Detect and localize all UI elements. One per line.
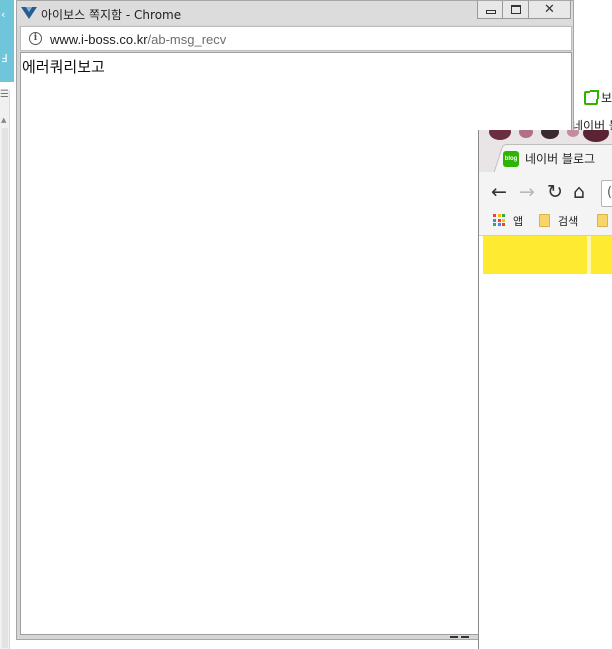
grip-bar bbox=[450, 636, 458, 638]
url-text[interactable]: www.i-boss.co.kr/ab-msg_recv bbox=[50, 32, 226, 47]
share-link[interactable]: 보 bbox=[584, 89, 612, 106]
folder-icon[interactable] bbox=[539, 214, 550, 227]
error-report-text: 에러쿼리보고 bbox=[22, 58, 105, 76]
forward-icon[interactable]: → bbox=[519, 181, 535, 203]
omnibox[interactable]: ( bbox=[601, 180, 612, 207]
scroll-up-icon[interactable]: ▲ bbox=[1, 116, 6, 124]
omnibox-text: ( bbox=[607, 185, 612, 200]
url-host: www.i-boss.co.kr bbox=[50, 32, 148, 47]
reload-icon[interactable]: ↻ bbox=[547, 181, 563, 203]
tab-naver-blog-content[interactable]: blog 네이버 블로그 bbox=[503, 150, 595, 167]
url-path: /ab-msg_recv bbox=[147, 32, 227, 47]
apps-grid-icon[interactable] bbox=[493, 214, 505, 226]
theme-flower bbox=[583, 130, 609, 142]
iboss-logo-icon bbox=[21, 7, 37, 19]
share-label: 보 bbox=[601, 91, 612, 105]
home-icon[interactable]: ⌂ bbox=[573, 181, 585, 203]
tab-title: 네이버 블로그 bbox=[525, 152, 596, 166]
grip-bar bbox=[461, 636, 469, 638]
banner-divider bbox=[587, 236, 591, 274]
background-page-left: ‹ Ⅎ ☰ ▲ bbox=[0, 0, 16, 649]
close-button[interactable]: ✕ bbox=[529, 1, 571, 19]
scrollbar-track[interactable] bbox=[2, 128, 8, 648]
background-chrome-window: blog 네이버 블로그 ← → ↻ ⌂ ( 앱 검색 bbox=[478, 130, 612, 649]
address-bar[interactable]: i www.i-boss.co.kr/ab-msg_recv bbox=[20, 26, 572, 51]
popup-titlebar[interactable]: 아이보스 쪽지함 - Chrome ✕ bbox=[17, 1, 573, 25]
share-icon bbox=[584, 89, 599, 105]
maximize-button[interactable] bbox=[503, 1, 529, 19]
browser-toolbar: ← → ↻ ⌂ ( bbox=[479, 172, 612, 214]
back-icon[interactable]: ← bbox=[491, 181, 507, 203]
info-icon[interactable]: i bbox=[29, 32, 42, 45]
sidebar-glyph: Ⅎ bbox=[1, 52, 8, 65]
theme-flower bbox=[541, 130, 559, 139]
bookmarks-bar: 앱 검색 bbox=[479, 210, 612, 236]
maximize-icon bbox=[511, 5, 521, 14]
popup-window-title: 아이보스 쪽지함 - Chrome bbox=[41, 8, 182, 22]
bookmark-search-label[interactable]: 검색 bbox=[558, 213, 578, 229]
blog-favicon-icon: blog bbox=[503, 150, 519, 167]
minimize-icon bbox=[486, 10, 496, 14]
chrome-theme-header: blog 네이버 블로그 bbox=[479, 130, 612, 172]
folder-icon[interactable] bbox=[597, 214, 608, 227]
resize-grip[interactable] bbox=[448, 633, 478, 643]
close-icon: ✕ bbox=[544, 2, 555, 17]
naver-yellow-banner bbox=[483, 236, 612, 274]
theme-flower bbox=[567, 130, 579, 137]
menu-icon: ☰ bbox=[0, 89, 9, 100]
chevron-left-icon: ‹ bbox=[1, 8, 6, 21]
theme-flower bbox=[519, 130, 533, 138]
theme-flower bbox=[489, 130, 511, 140]
background-teal-sidebar: ‹ Ⅎ bbox=[0, 0, 14, 82]
bookmark-apps-label[interactable]: 앱 bbox=[513, 213, 523, 229]
minimize-button[interactable] bbox=[477, 1, 503, 19]
window-controls: ✕ bbox=[477, 1, 571, 19]
